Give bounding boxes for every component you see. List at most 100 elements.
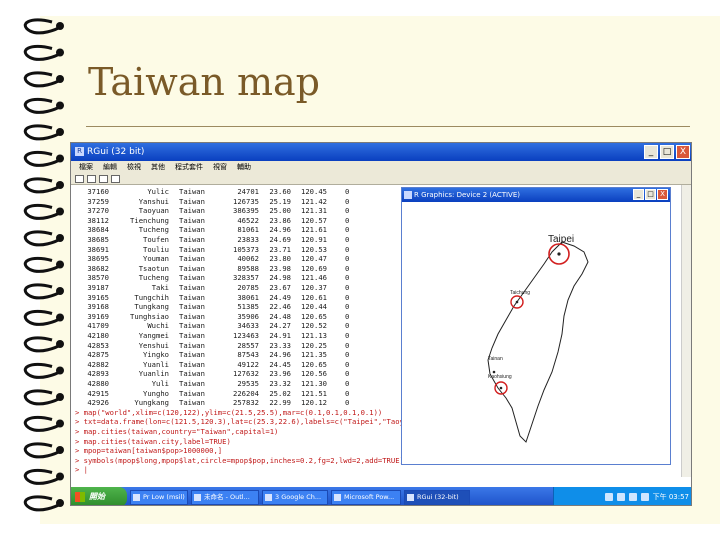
menu-windows[interactable]: 視窗	[213, 161, 227, 173]
row-id: 38691	[87, 244, 109, 254]
taskbar-item-1[interactable]: Pr Low (msil)	[130, 489, 188, 505]
console-scrollbar[interactable]	[681, 185, 691, 477]
city-name: Tucheng	[138, 273, 169, 283]
country-name: Taiwan	[179, 225, 205, 235]
powerpoint-icon	[334, 493, 341, 501]
binding-hole	[56, 366, 64, 375]
r-graphics-icon	[404, 191, 412, 199]
volume-icon[interactable]	[616, 493, 625, 501]
capital-flag: 0	[345, 379, 350, 388]
rgui-menubar: 檔案 編輯 檢視 其他 程式套件 視窗 輔助	[71, 161, 691, 173]
capital-flag: 0	[345, 388, 350, 398]
country-name: Taiwan	[179, 398, 205, 408]
country-name: Taiwan	[179, 340, 205, 350]
graphics-maximize-button[interactable]: □	[645, 189, 656, 200]
network-icon[interactable]	[604, 493, 613, 501]
longitude: 120.57	[301, 215, 327, 225]
menu-file[interactable]: 檔案	[79, 161, 93, 173]
country-name: Taiwan	[179, 292, 205, 302]
country-name: Taiwan	[179, 311, 205, 321]
latitude: 24.49	[269, 292, 291, 302]
title-divider	[86, 126, 690, 127]
binding-hole	[56, 234, 64, 242]
chrome-icon	[265, 493, 272, 501]
longitude: 121.51	[301, 388, 327, 398]
row-id: 38112	[87, 215, 109, 225]
latitude: 23.32	[269, 379, 291, 388]
graphics-close-button[interactable]: X	[657, 189, 668, 200]
city-name: Yenshui	[138, 340, 169, 350]
latitude: 24.96	[269, 350, 291, 360]
capital-flag: 0	[345, 359, 350, 369]
population: 127632	[233, 369, 259, 379]
population: 328357	[233, 273, 259, 283]
row-id: 42180	[87, 331, 109, 340]
latitude: 22.99	[269, 398, 291, 408]
kaohsiung-label: Kaohsiung	[488, 374, 512, 380]
taichung-label: Taichung	[510, 290, 530, 296]
population: 89588	[237, 263, 259, 273]
latitude: 24.96	[269, 225, 291, 235]
capital-flag: 0	[345, 263, 350, 273]
country-name: Taiwan	[179, 388, 205, 398]
row-id: 38682	[87, 263, 109, 273]
row-id: 37270	[87, 206, 109, 216]
taskbar-item-rgui[interactable]: RGui (32-bit)	[404, 489, 470, 505]
binding-hole	[56, 260, 64, 269]
latitude: 25.19	[269, 196, 291, 206]
latitude: 23.33	[269, 340, 291, 350]
clock: 下午 03:57	[652, 493, 689, 501]
capital-flag: 0	[345, 225, 350, 235]
menu-help[interactable]: 輔助	[237, 161, 251, 173]
population: 34633	[237, 321, 259, 331]
graphics-device-titlebar[interactable]: R Graphics: Device 2 (ACTIVE) _ □ X	[402, 188, 670, 202]
copy-icon[interactable]	[111, 175, 120, 183]
ime-icon[interactable]	[640, 493, 649, 501]
row-id: 42915	[87, 388, 109, 398]
minimize-button[interactable]: _	[644, 145, 658, 159]
country-name: Taiwan	[179, 283, 205, 292]
menu-misc[interactable]: 其他	[151, 161, 165, 173]
population: 38061	[237, 292, 259, 302]
menu-packages[interactable]: 程式套件	[175, 161, 203, 173]
save-icon[interactable]	[99, 175, 108, 183]
latitude: 23.98	[269, 263, 291, 273]
slide-title: Taiwan map	[88, 60, 320, 104]
country-name: Taiwan	[179, 196, 205, 206]
city-name: Toufen	[143, 235, 169, 244]
maximize-button[interactable]: □	[660, 145, 674, 159]
city-name: Yanshui	[138, 196, 169, 206]
rgui-titlebar[interactable]: R RGui (32 bit) _ □ X	[71, 143, 691, 161]
menu-view[interactable]: 檢視	[127, 161, 141, 173]
longitude: 120.12	[301, 398, 327, 408]
menu-edit[interactable]: 編輯	[103, 161, 117, 173]
taskbar-item-2[interactable]: 未命名 - Outl...	[191, 489, 259, 505]
row-id: 42853	[87, 340, 109, 350]
city-name: Tungchih	[134, 292, 169, 302]
open-script-icon[interactable]	[75, 175, 84, 183]
taskbar-item-3[interactable]: 3 Google Ch...	[262, 489, 328, 505]
rgui-window-title: RGui (32 bit)	[87, 147, 145, 157]
population: 105373	[233, 244, 259, 254]
start-button[interactable]: 開始	[71, 487, 127, 505]
country-name: Taiwan	[179, 321, 205, 331]
country-name: Taiwan	[179, 350, 205, 360]
taipei-label: Taipei	[548, 234, 574, 245]
longitude: 120.65	[301, 359, 327, 369]
graphics-minimize-button[interactable]: _	[633, 189, 644, 200]
binding-hole	[56, 154, 64, 163]
population: 29535	[237, 379, 259, 388]
close-button[interactable]: X	[676, 145, 690, 159]
load-workspace-icon[interactable]	[87, 175, 96, 183]
security-icon[interactable]	[628, 493, 637, 501]
console-prompt[interactable]: > |	[75, 465, 88, 475]
city-name: Tienchung	[130, 215, 169, 225]
desktop-screenshot: R RGui (32 bit) _ □ X 檔案 編輯 檢視 其他 程式套件 視…	[70, 142, 692, 506]
latitude: 23.71	[269, 244, 291, 254]
country-name: Taiwan	[179, 187, 205, 196]
capital-flag: 0	[345, 254, 350, 264]
country-name: Taiwan	[179, 302, 205, 312]
country-name: Taiwan	[179, 273, 205, 283]
taskbar-item-4[interactable]: Microsoft Pow...	[331, 489, 401, 505]
row-id: 42875	[87, 350, 109, 360]
